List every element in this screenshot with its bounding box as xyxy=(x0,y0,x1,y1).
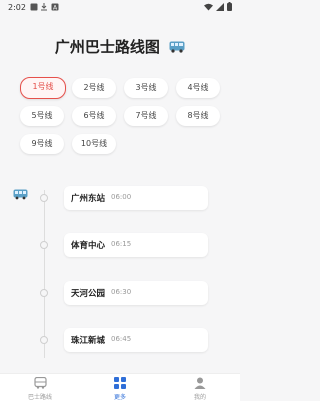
line-chip-5[interactable]: 5号线 xyxy=(20,106,64,126)
line-chip-9[interactable]: 9号线 xyxy=(20,134,64,154)
stop-name: 珠江新城 xyxy=(71,336,106,346)
bus-icon xyxy=(33,376,47,389)
line-chip-10[interactable]: 10号线 xyxy=(72,134,116,154)
status-bar: 2:02 A xyxy=(0,0,240,14)
status-time: 2:02 xyxy=(8,3,26,12)
notification-a-icon: A xyxy=(51,3,59,13)
app-notification-icon xyxy=(30,3,38,13)
page-title: 广州巴士路线图 xyxy=(0,36,240,57)
wifi-icon xyxy=(204,3,213,10)
timeline-dot xyxy=(40,241,48,249)
stop-time: 06:00 xyxy=(111,193,132,201)
status-right xyxy=(204,2,232,11)
stop-time: 06:30 xyxy=(111,288,132,296)
stop-name: 天河公园 xyxy=(71,289,106,299)
stop-time: 06:45 xyxy=(111,335,132,343)
person-icon xyxy=(194,377,206,389)
line-chip-2[interactable]: 2号线 xyxy=(72,78,116,98)
nav-more[interactable]: 更多 xyxy=(90,377,150,401)
stop-name: 体育中心 xyxy=(71,241,106,251)
line-chip-6[interactable]: 6号线 xyxy=(72,106,116,126)
line-chip-3[interactable]: 3号线 xyxy=(124,78,168,98)
bottom-nav: 巴士路线 更多 我的 xyxy=(0,373,240,401)
line-chip-1[interactable]: 1号线 xyxy=(20,77,66,99)
line-chip-8[interactable]: 8号线 xyxy=(176,106,220,126)
line-chip-4[interactable]: 4号线 xyxy=(176,78,220,98)
stop-card[interactable]: 天河公园 06:30 xyxy=(64,281,208,305)
stop-name: 广州东站 xyxy=(71,194,106,204)
signal-icon xyxy=(216,2,224,11)
grid-icon xyxy=(114,377,126,389)
bus-position-icon xyxy=(13,185,28,204)
bus-emoji-icon xyxy=(169,39,185,57)
download-icon xyxy=(40,3,48,13)
line-chip-7[interactable]: 7号线 xyxy=(124,106,168,126)
battery-icon xyxy=(227,2,232,11)
timeline-dot xyxy=(40,336,48,344)
stop-card[interactable]: 珠江新城 06:45 xyxy=(64,328,208,352)
nav-bus-routes[interactable]: 巴士路线 xyxy=(10,376,70,401)
timeline-dot xyxy=(40,289,48,297)
timeline-dot xyxy=(40,194,48,202)
stop-card[interactable]: 体育中心 06:15 xyxy=(64,233,208,257)
stop-card[interactable]: 广州东站 06:00 xyxy=(64,186,208,210)
timeline-line xyxy=(44,190,45,358)
stop-time: 06:15 xyxy=(111,240,132,248)
nav-profile[interactable]: 我的 xyxy=(170,377,230,401)
page-title-text: 广州巴士路线图 xyxy=(54,38,160,56)
